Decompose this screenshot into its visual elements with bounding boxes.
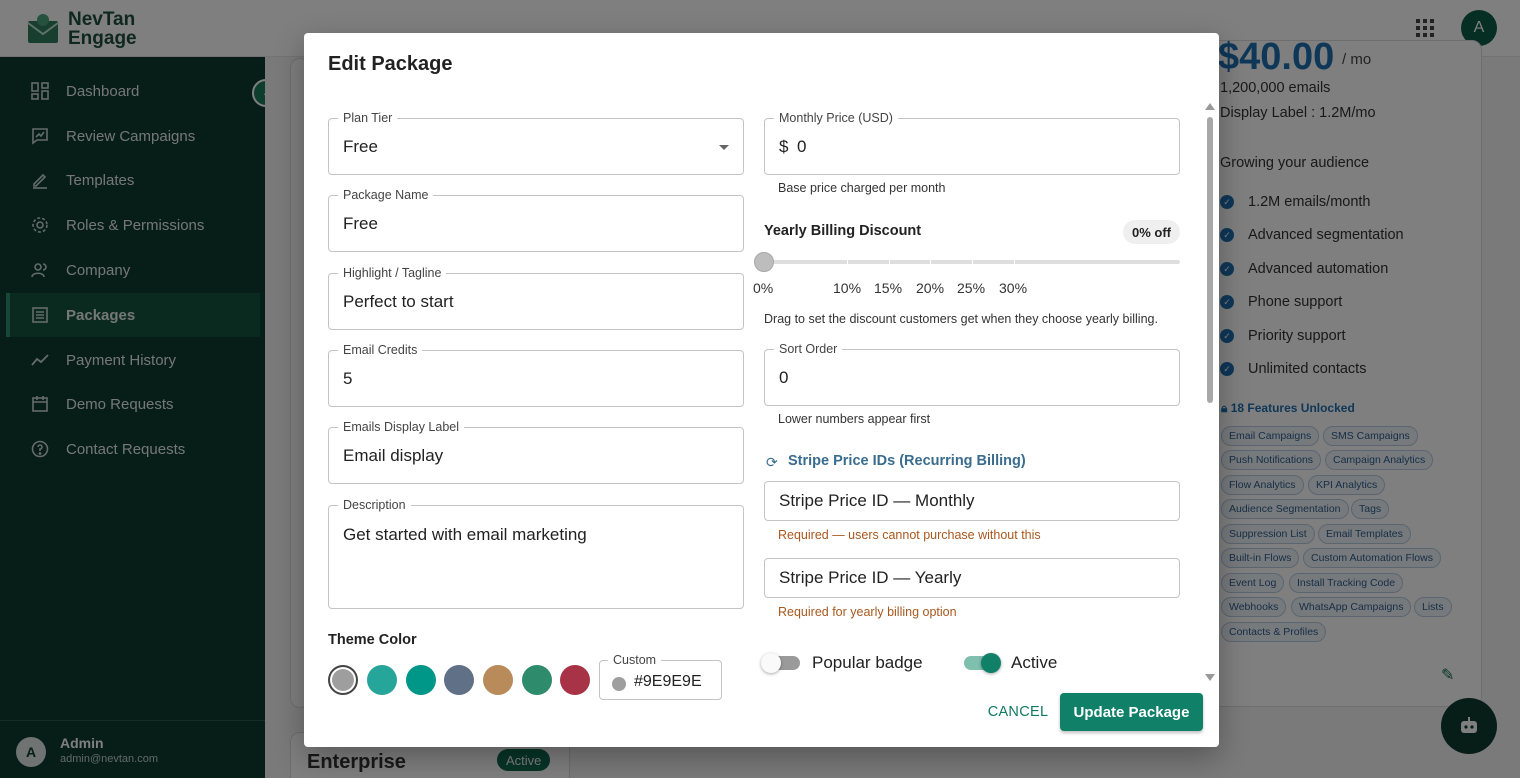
dialog-title: Edit Package <box>328 53 453 75</box>
helper-text: Lower numbers appear first <box>778 412 931 426</box>
field-value: 5 <box>343 368 353 388</box>
field-value: Email display <box>343 445 444 465</box>
slider-tick <box>930 260 931 264</box>
cancel-button[interactable]: CANCEL <box>978 697 1058 727</box>
slider-mark-label: 20% <box>916 280 945 296</box>
scrollbar-thumb[interactable] <box>1207 117 1213 403</box>
helper-text: Base price charged per month <box>778 181 946 195</box>
sort-order-input[interactable]: Sort Order 0 <box>764 342 1180 406</box>
slider-mark-label: 15% <box>874 280 903 296</box>
popular-badge-label: Popular badge <box>812 653 923 672</box>
scroll-down-arrow-icon[interactable] <box>1205 674 1215 681</box>
slider-tick <box>972 260 973 264</box>
color-swatch[interactable] <box>483 665 513 695</box>
slider-mark-label: 10% <box>833 280 862 296</box>
emails-display-label-input[interactable]: Emails Display Label Email display <box>328 420 744 484</box>
plan-tier-select[interactable]: Plan Tier Free <box>328 111 744 175</box>
stripe-yearly-input[interactable]: Stripe Price ID — Yearly <box>764 558 1180 598</box>
popular-badge-toggle-thumb[interactable] <box>761 653 781 673</box>
discount-badge: 0% off <box>1123 220 1180 244</box>
color-swatch[interactable] <box>328 665 358 695</box>
helper-text: Required — users cannot purchase without… <box>778 528 1041 542</box>
custom-color-value: #9E9E9E <box>634 673 702 690</box>
edit-package-dialog: Edit Package Plan Tier Free Package Name… <box>304 33 1219 747</box>
yearly-discount-title: Yearly Billing Discount <box>764 223 922 239</box>
field-value: Get started with email marketing <box>343 525 587 544</box>
field-label: Custom <box>608 653 662 667</box>
slider-tick <box>847 260 848 264</box>
description-textarea[interactable]: Description Get started with email marke… <box>328 498 744 609</box>
color-swatch[interactable] <box>560 665 590 695</box>
field-label: Description <box>338 498 411 512</box>
stripe-section-title: Stripe Price IDs (Recurring Billing) <box>788 453 1026 469</box>
stripe-monthly-input[interactable]: Stripe Price ID — Monthly <box>764 481 1180 521</box>
monthly-price-input[interactable]: Monthly Price (USD) $ 0 <box>764 111 1180 175</box>
refresh-icon: ⟳ <box>766 454 778 470</box>
input-placeholder: Stripe Price ID — Monthly <box>779 491 975 510</box>
helper-text: Drag to set the discount customers get w… <box>764 312 1158 326</box>
slider-mark-label: 0% <box>753 280 774 296</box>
field-value: Perfect to start <box>343 291 454 311</box>
email-credits-input[interactable]: Email Credits 5 <box>328 343 744 407</box>
color-swatch[interactable] <box>444 665 474 695</box>
active-label: Active <box>1011 653 1058 672</box>
discount-slider-thumb[interactable] <box>754 252 774 272</box>
field-value: Free <box>343 136 378 156</box>
slider-tick <box>889 260 890 264</box>
dialog-scrollbar[interactable] <box>1205 103 1215 683</box>
field-label: Monthly Price (USD) <box>774 111 898 125</box>
color-swatch[interactable] <box>522 665 552 695</box>
package-name-input[interactable]: Package Name Free <box>328 188 744 252</box>
color-preview-dot <box>612 677 626 691</box>
theme-color-title: Theme Color <box>328 632 417 648</box>
color-swatch[interactable] <box>367 665 397 695</box>
tagline-input[interactable]: Highlight / Tagline Perfect to start <box>328 266 744 330</box>
active-toggle-thumb[interactable] <box>981 653 1001 673</box>
color-swatch[interactable] <box>406 665 436 695</box>
input-placeholder: Stripe Price ID — Yearly <box>779 568 962 587</box>
dropdown-arrow-icon <box>719 145 729 150</box>
update-package-button[interactable]: Update Package <box>1060 693 1203 731</box>
helper-text: Required for yearly billing option <box>778 605 957 619</box>
custom-color-input[interactable]: Custom #9E9E9E <box>599 653 722 700</box>
slider-tick <box>1014 260 1015 264</box>
field-value: Free <box>343 213 378 233</box>
field-value: 0 <box>797 136 807 156</box>
currency-prefix: $ <box>779 136 789 156</box>
field-value: 0 <box>779 367 789 387</box>
slider-mark-label: 25% <box>957 280 986 296</box>
slider-mark-label: 30% <box>999 280 1028 296</box>
scroll-up-arrow-icon[interactable] <box>1205 103 1215 110</box>
